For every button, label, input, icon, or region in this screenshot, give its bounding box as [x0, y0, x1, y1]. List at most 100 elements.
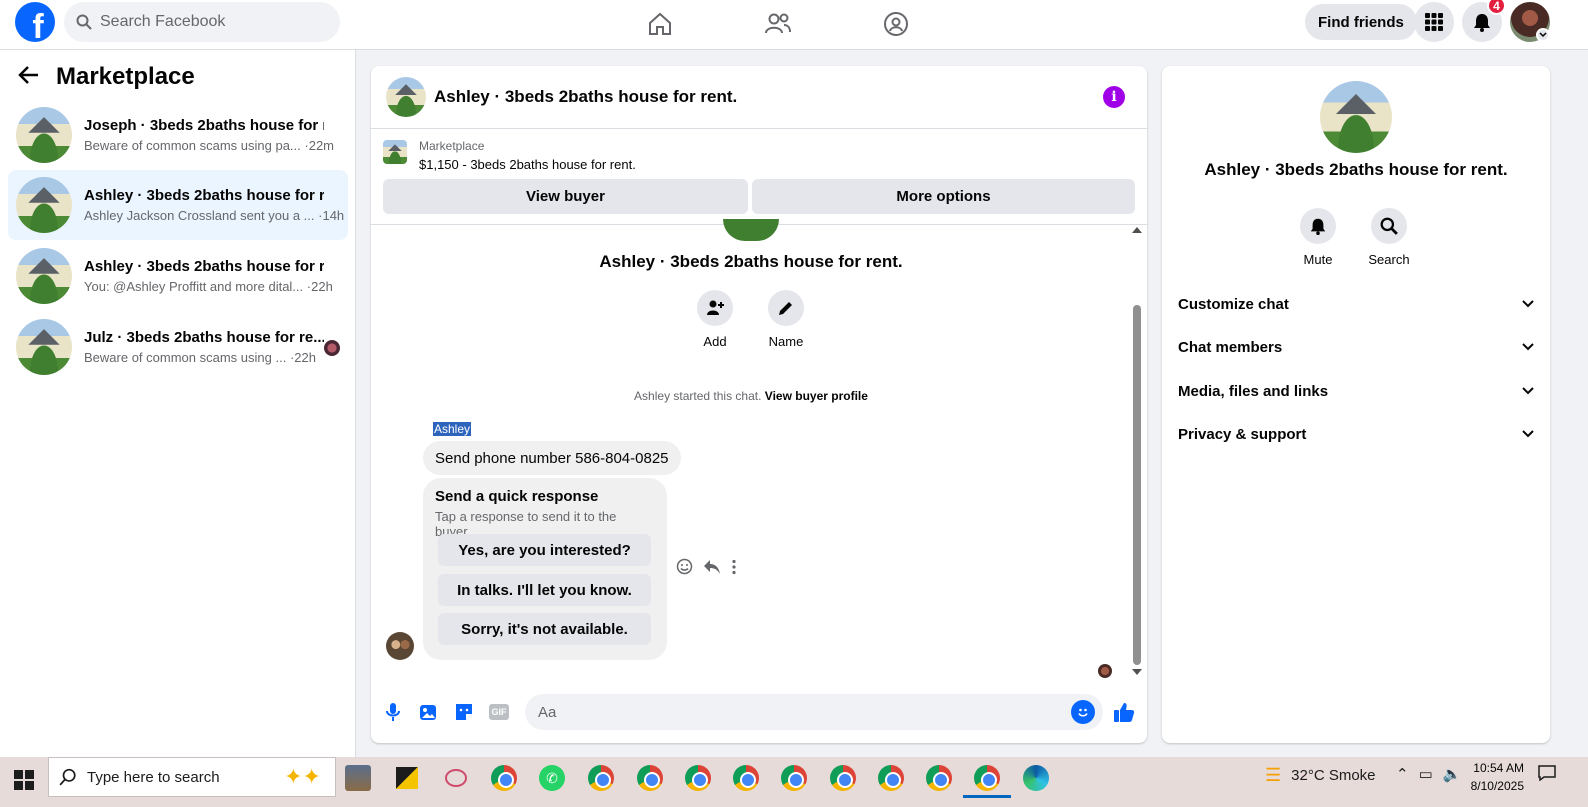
view-buyer-profile-link[interactable]: View buyer profile — [765, 389, 868, 403]
sticker-icon[interactable] — [453, 701, 475, 723]
back-arrow-icon[interactable] — [18, 65, 40, 90]
chrome-icon[interactable] — [732, 764, 760, 792]
scrollbar[interactable] — [1132, 225, 1142, 677]
react-icon[interactable] — [676, 558, 693, 580]
emoji-icon[interactable] — [1071, 700, 1095, 724]
quick-response-card: Send a quick response Tap a response to … — [423, 478, 667, 660]
chat-panel: Ashley · 3beds 2baths house for rent. i … — [371, 66, 1147, 743]
chat-started-notice: Ashley started this chat. View buyer pro… — [371, 389, 1131, 403]
name-button[interactable]: Name — [756, 290, 816, 349]
volume-icon[interactable]: 🔈 — [1443, 765, 1462, 783]
chevron-down-icon[interactable] — [1536, 28, 1550, 42]
menu-grid-icon[interactable] — [1414, 2, 1454, 42]
windows-start-icon[interactable] — [14, 770, 34, 790]
listing-thumbnail[interactable] — [383, 140, 407, 164]
privacy-support-section[interactable]: Privacy & support — [1178, 419, 1534, 449]
media-files-links-section[interactable]: Media, files and links — [1178, 376, 1534, 406]
chrome-icon[interactable] — [925, 764, 953, 792]
thumbs-up-icon[interactable] — [1113, 701, 1135, 723]
section-label: Chat members — [1178, 338, 1283, 356]
message-input[interactable]: Aa — [525, 694, 1103, 730]
edge-icon[interactable] — [1022, 764, 1050, 792]
message-bubble[interactable]: Send phone number 586-804-0825 — [423, 441, 681, 475]
search-label: Search — [1368, 252, 1410, 267]
house-avatar — [16, 248, 72, 304]
microphone-icon[interactable] — [382, 701, 404, 723]
message-input-placeholder: Aa — [538, 703, 557, 721]
search-facebook-input[interactable]: Search Facebook — [64, 2, 340, 42]
chrome-icon[interactable] — [636, 764, 664, 792]
scroll-up-arrow[interactable] — [1132, 227, 1142, 233]
quick-response-button[interactable]: Yes, are you interested? — [438, 534, 651, 566]
chrome-icon[interactable] — [780, 764, 808, 792]
taskbar-search-input[interactable]: Type here to search ✦✦ — [48, 757, 336, 797]
conversation-item[interactable]: Julz · 3beds 2baths house for re... Bewa… — [8, 312, 348, 382]
section-label: Media, files and links — [1178, 382, 1329, 400]
scroll-thumb[interactable] — [1133, 305, 1141, 665]
chat-header: Ashley · 3beds 2baths house for rent. i — [371, 66, 1147, 129]
chrome-icon[interactable] — [829, 764, 857, 792]
chrome-icon[interactable] — [877, 764, 905, 792]
started-text: Ashley started this chat. — [634, 389, 762, 403]
bell-icon — [1474, 14, 1490, 32]
message-thread: Ashley · 3beds 2baths house for rent. Ad… — [371, 219, 1147, 678]
more-options-icon[interactable] — [731, 559, 737, 580]
clock[interactable]: 10:54 AM 8/10/2025 — [1470, 759, 1524, 795]
whatsapp-icon[interactable]: ✆ — [538, 764, 566, 792]
info-icon[interactable]: i — [1103, 86, 1125, 108]
active-app-indicator — [963, 795, 1011, 798]
weather-widget[interactable]: ☰ 32°C Smoke — [1265, 765, 1376, 786]
reply-icon[interactable] — [703, 559, 721, 580]
notifications-button[interactable]: 4 — [1462, 0, 1506, 42]
chat-photo — [723, 219, 779, 241]
conversation-item[interactable]: Joseph · 3beds 2baths house for r... Bew… — [8, 100, 348, 170]
chrome-icon[interactable] — [587, 764, 615, 792]
house-avatar — [16, 319, 72, 375]
mute-label: Mute — [1303, 252, 1333, 267]
scroll-down-arrow[interactable] — [1132, 669, 1142, 675]
message-composer: GIF Aa — [371, 677, 1147, 743]
game-app-icon[interactable] — [344, 764, 372, 792]
windows-taskbar: Type here to search ✦✦ ✆ ☰ 32°C Smoke ⌃ … — [0, 757, 1588, 807]
facebook-logo[interactable]: f — [15, 2, 55, 42]
system-tray: ⌃ ▭ 🔈 — [1396, 765, 1461, 783]
friends-icon[interactable] — [758, 6, 798, 42]
view-buyer-button[interactable]: View buyer — [383, 179, 748, 214]
quick-response-button[interactable]: Sorry, it's not available. — [438, 613, 651, 645]
chat-members-section[interactable]: Chat members — [1178, 332, 1534, 362]
groups-icon[interactable] — [876, 6, 916, 42]
listing-label: Marketplace — [419, 139, 485, 153]
sender-avatar[interactable] — [386, 632, 414, 660]
more-options-button[interactable]: More options — [752, 179, 1135, 214]
quick-response-button[interactable]: In talks. I'll let you know. — [438, 574, 651, 606]
snipping-tool-icon[interactable] — [442, 764, 470, 792]
top-navigation-bar: f Search Facebook Find friends 4 — [0, 0, 1588, 50]
conversation-preview: Beware of common scams using pa... — [84, 138, 301, 153]
chat-title[interactable]: Ashley · 3beds 2baths house for rent. — [434, 87, 737, 107]
add-button[interactable]: Add — [685, 290, 745, 349]
chevron-up-icon[interactable]: ⌃ — [1396, 765, 1409, 783]
chat-profile-avatar[interactable] — [1320, 81, 1392, 153]
chrome-icon-active[interactable] — [973, 764, 1001, 792]
notification-center-icon[interactable] — [1538, 765, 1556, 781]
conversation-item-active[interactable]: Ashley · 3beds 2baths house for re... As… — [8, 170, 348, 240]
conversation-time: ·22h — [306, 279, 333, 294]
customize-chat-section[interactable]: Customize chat — [1178, 289, 1534, 319]
chat-avatar[interactable] — [386, 77, 426, 117]
sidebar-title: Marketplace — [56, 63, 195, 90]
photo-icon[interactable] — [418, 701, 440, 723]
conversation-preview: Ashley Jackson Crossland sent you a ... — [84, 208, 315, 223]
search-in-chat-button[interactable]: Search — [1359, 208, 1419, 267]
conversation-time: ·14h — [318, 208, 345, 223]
listing-price[interactable]: $1,150 - 3beds 2baths house for rent. — [419, 157, 636, 172]
sparkle-icon: ✦✦ — [284, 764, 321, 789]
find-friends-button[interactable]: Find friends — [1305, 4, 1417, 40]
conversation-item[interactable]: Ashley · 3beds 2baths house for re... Yo… — [8, 241, 348, 311]
home-icon[interactable] — [640, 6, 680, 42]
mute-button[interactable]: Mute — [1288, 208, 1348, 267]
network-icon[interactable]: ▭ — [1419, 765, 1433, 783]
chrome-icon[interactable] — [684, 764, 712, 792]
sticky-notes-icon[interactable] — [393, 764, 421, 792]
gif-icon[interactable]: GIF — [488, 701, 510, 723]
chrome-icon[interactable] — [490, 764, 518, 792]
